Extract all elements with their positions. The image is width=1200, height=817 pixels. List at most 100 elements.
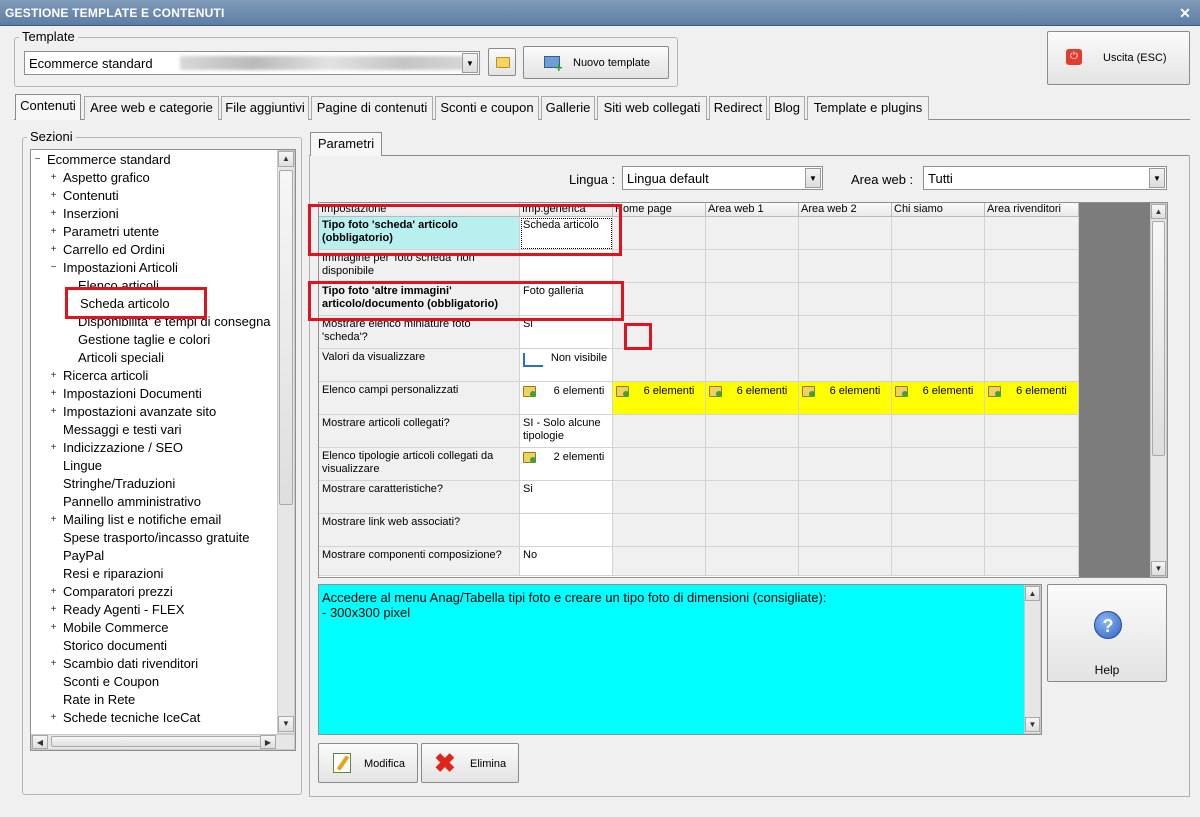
- area-value-cell[interactable]: [706, 415, 799, 448]
- area-value-cell[interactable]: [985, 316, 1079, 349]
- area-value-cell[interactable]: [892, 514, 985, 547]
- tree-item[interactable]: PayPal: [63, 547, 104, 565]
- tree-item[interactable]: Impostazioni avanzate sito: [63, 403, 216, 421]
- area-value-cell[interactable]: [706, 514, 799, 547]
- area-value-cell[interactable]: [613, 349, 706, 382]
- area-value-cell[interactable]: [985, 349, 1079, 382]
- col-header-chi-siamo[interactable]: Chi siamo: [892, 203, 985, 217]
- expand-icon[interactable]: +: [49, 659, 58, 669]
- expand-icon[interactable]: +: [49, 407, 58, 417]
- expand-icon[interactable]: +: [49, 443, 58, 453]
- area-value-cell[interactable]: [799, 514, 892, 547]
- setting-name-cell[interactable]: Mostrare link web associati?: [319, 514, 520, 547]
- expand-icon[interactable]: +: [49, 623, 58, 633]
- chevron-down-icon[interactable]: ▼: [805, 168, 821, 188]
- area-value-cell[interactable]: [985, 250, 1079, 283]
- expand-icon[interactable]: +: [49, 245, 58, 255]
- area-value-cell[interactable]: [985, 547, 1079, 576]
- scroll-down-icon[interactable]: ▼: [1025, 717, 1040, 732]
- area-value-cell[interactable]: [892, 316, 985, 349]
- area-value-cell[interactable]: [799, 547, 892, 576]
- tree-item[interactable]: Comparatori prezzi: [63, 583, 173, 601]
- expand-icon[interactable]: +: [49, 227, 58, 237]
- collapse-icon[interactable]: −: [49, 263, 58, 273]
- area-value-cell[interactable]: 6 elementi: [985, 382, 1079, 415]
- help-button[interactable]: ? Help: [1047, 584, 1167, 682]
- area-value-cell[interactable]: [892, 283, 985, 316]
- expand-icon[interactable]: +: [49, 389, 58, 399]
- generic-value-cell[interactable]: Si: [520, 481, 613, 514]
- tree-item[interactable]: Impostazioni Documenti: [63, 385, 202, 403]
- area-value-cell[interactable]: [892, 349, 985, 382]
- chevron-down-icon[interactable]: ▼: [462, 53, 478, 73]
- area-value-cell[interactable]: 6 elementi: [892, 382, 985, 415]
- setting-name-cell[interactable]: Mostrare componenti composizione?: [319, 547, 520, 576]
- scroll-down-icon[interactable]: ▼: [278, 716, 294, 732]
- area-value-cell[interactable]: [892, 547, 985, 576]
- collapse-icon[interactable]: −: [33, 155, 42, 165]
- new-template-button[interactable]: + Nuovo template: [523, 46, 669, 79]
- tab-contenuti[interactable]: Contenuti: [15, 94, 81, 120]
- scroll-up-icon[interactable]: ▲: [278, 151, 294, 167]
- col-header-rivenditori[interactable]: Area rivenditori: [985, 203, 1079, 217]
- area-value-cell[interactable]: [613, 217, 706, 250]
- grid-scroll-thumb[interactable]: [1152, 221, 1165, 456]
- tab-sconti-coupon[interactable]: Sconti e coupon: [435, 96, 539, 120]
- area-value-cell[interactable]: [799, 283, 892, 316]
- area-value-cell[interactable]: [799, 349, 892, 382]
- area-value-cell[interactable]: [706, 481, 799, 514]
- area-value-cell[interactable]: [706, 283, 799, 316]
- tree-item[interactable]: Impostazioni Articoli: [63, 259, 178, 277]
- tree-item[interactable]: Carrello ed Ordini: [63, 241, 165, 259]
- generic-value-cell[interactable]: Non visibile: [520, 349, 613, 382]
- setting-name-cell[interactable]: Mostrare articoli collegati?: [319, 415, 520, 448]
- tree-item[interactable]: Articoli speciali: [78, 349, 164, 367]
- generic-value-cell[interactable]: [520, 514, 613, 547]
- area-value-cell[interactable]: [892, 217, 985, 250]
- area-value-cell[interactable]: [892, 415, 985, 448]
- tree-item[interactable]: Aspetto grafico: [63, 169, 150, 187]
- expand-icon[interactable]: +: [49, 713, 58, 723]
- expand-icon[interactable]: +: [49, 371, 58, 381]
- scroll-down-icon[interactable]: ▼: [1151, 561, 1166, 576]
- area-value-cell[interactable]: [706, 448, 799, 481]
- setting-name-cell[interactable]: Elenco campi personalizzati: [319, 382, 520, 415]
- tree-item[interactable]: Messaggi e testi vari: [63, 421, 182, 439]
- area-value-cell[interactable]: [613, 448, 706, 481]
- generic-value-cell[interactable]: 2 elementi: [520, 448, 613, 481]
- tree-item[interactable]: Resi e riparazioni: [63, 565, 163, 583]
- exit-button[interactable]: ⏻ Uscita (ESC): [1047, 31, 1190, 85]
- tab-redirect[interactable]: Redirect: [709, 96, 767, 120]
- sections-tree[interactable]: − Ecommerce standard + Aspetto grafico + Cont…: [30, 149, 296, 751]
- expand-icon[interactable]: +: [49, 587, 58, 597]
- tree-item[interactable]: Scambio dati rivenditori: [63, 655, 198, 673]
- tree-item[interactable]: Schede tecniche IceCat: [63, 709, 200, 727]
- tab-pagine-contenuti[interactable]: Pagine di contenuti: [311, 96, 433, 120]
- tree-item[interactable]: Inserzioni: [63, 205, 119, 223]
- expand-icon[interactable]: +: [49, 173, 58, 183]
- area-value-cell[interactable]: [892, 250, 985, 283]
- area-value-cell[interactable]: [799, 316, 892, 349]
- area-value-cell[interactable]: [706, 316, 799, 349]
- setting-name-cell[interactable]: Valori da visualizzare: [319, 349, 520, 382]
- area-value-cell[interactable]: [613, 415, 706, 448]
- tree-item[interactable]: Spese trasporto/incasso gratuite: [63, 529, 249, 547]
- tree-item[interactable]: Sconti e Coupon: [63, 673, 159, 691]
- tree-item[interactable]: Mailing list e notifiche email: [63, 511, 221, 529]
- col-header-area2[interactable]: Area web 2: [799, 203, 892, 217]
- area-value-cell[interactable]: [985, 415, 1079, 448]
- area-value-cell[interactable]: [799, 415, 892, 448]
- area-value-cell[interactable]: [706, 250, 799, 283]
- area-value-cell[interactable]: [613, 283, 706, 316]
- area-value-cell[interactable]: [985, 283, 1079, 316]
- tree-item[interactable]: Ready Agenti - FLEX: [63, 601, 184, 619]
- expand-icon[interactable]: +: [49, 515, 58, 525]
- scroll-right-icon[interactable]: ▶: [260, 735, 276, 749]
- area-value-cell[interactable]: [799, 217, 892, 250]
- area-value-cell[interactable]: [799, 250, 892, 283]
- area-value-cell[interactable]: [613, 547, 706, 576]
- expand-icon[interactable]: +: [49, 191, 58, 201]
- tab-siti-collegati[interactable]: Siti web collegati: [597, 96, 707, 120]
- lingua-select[interactable]: Lingua default ▼: [622, 166, 823, 190]
- area-web-select[interactable]: Tutti ▼: [923, 166, 1167, 190]
